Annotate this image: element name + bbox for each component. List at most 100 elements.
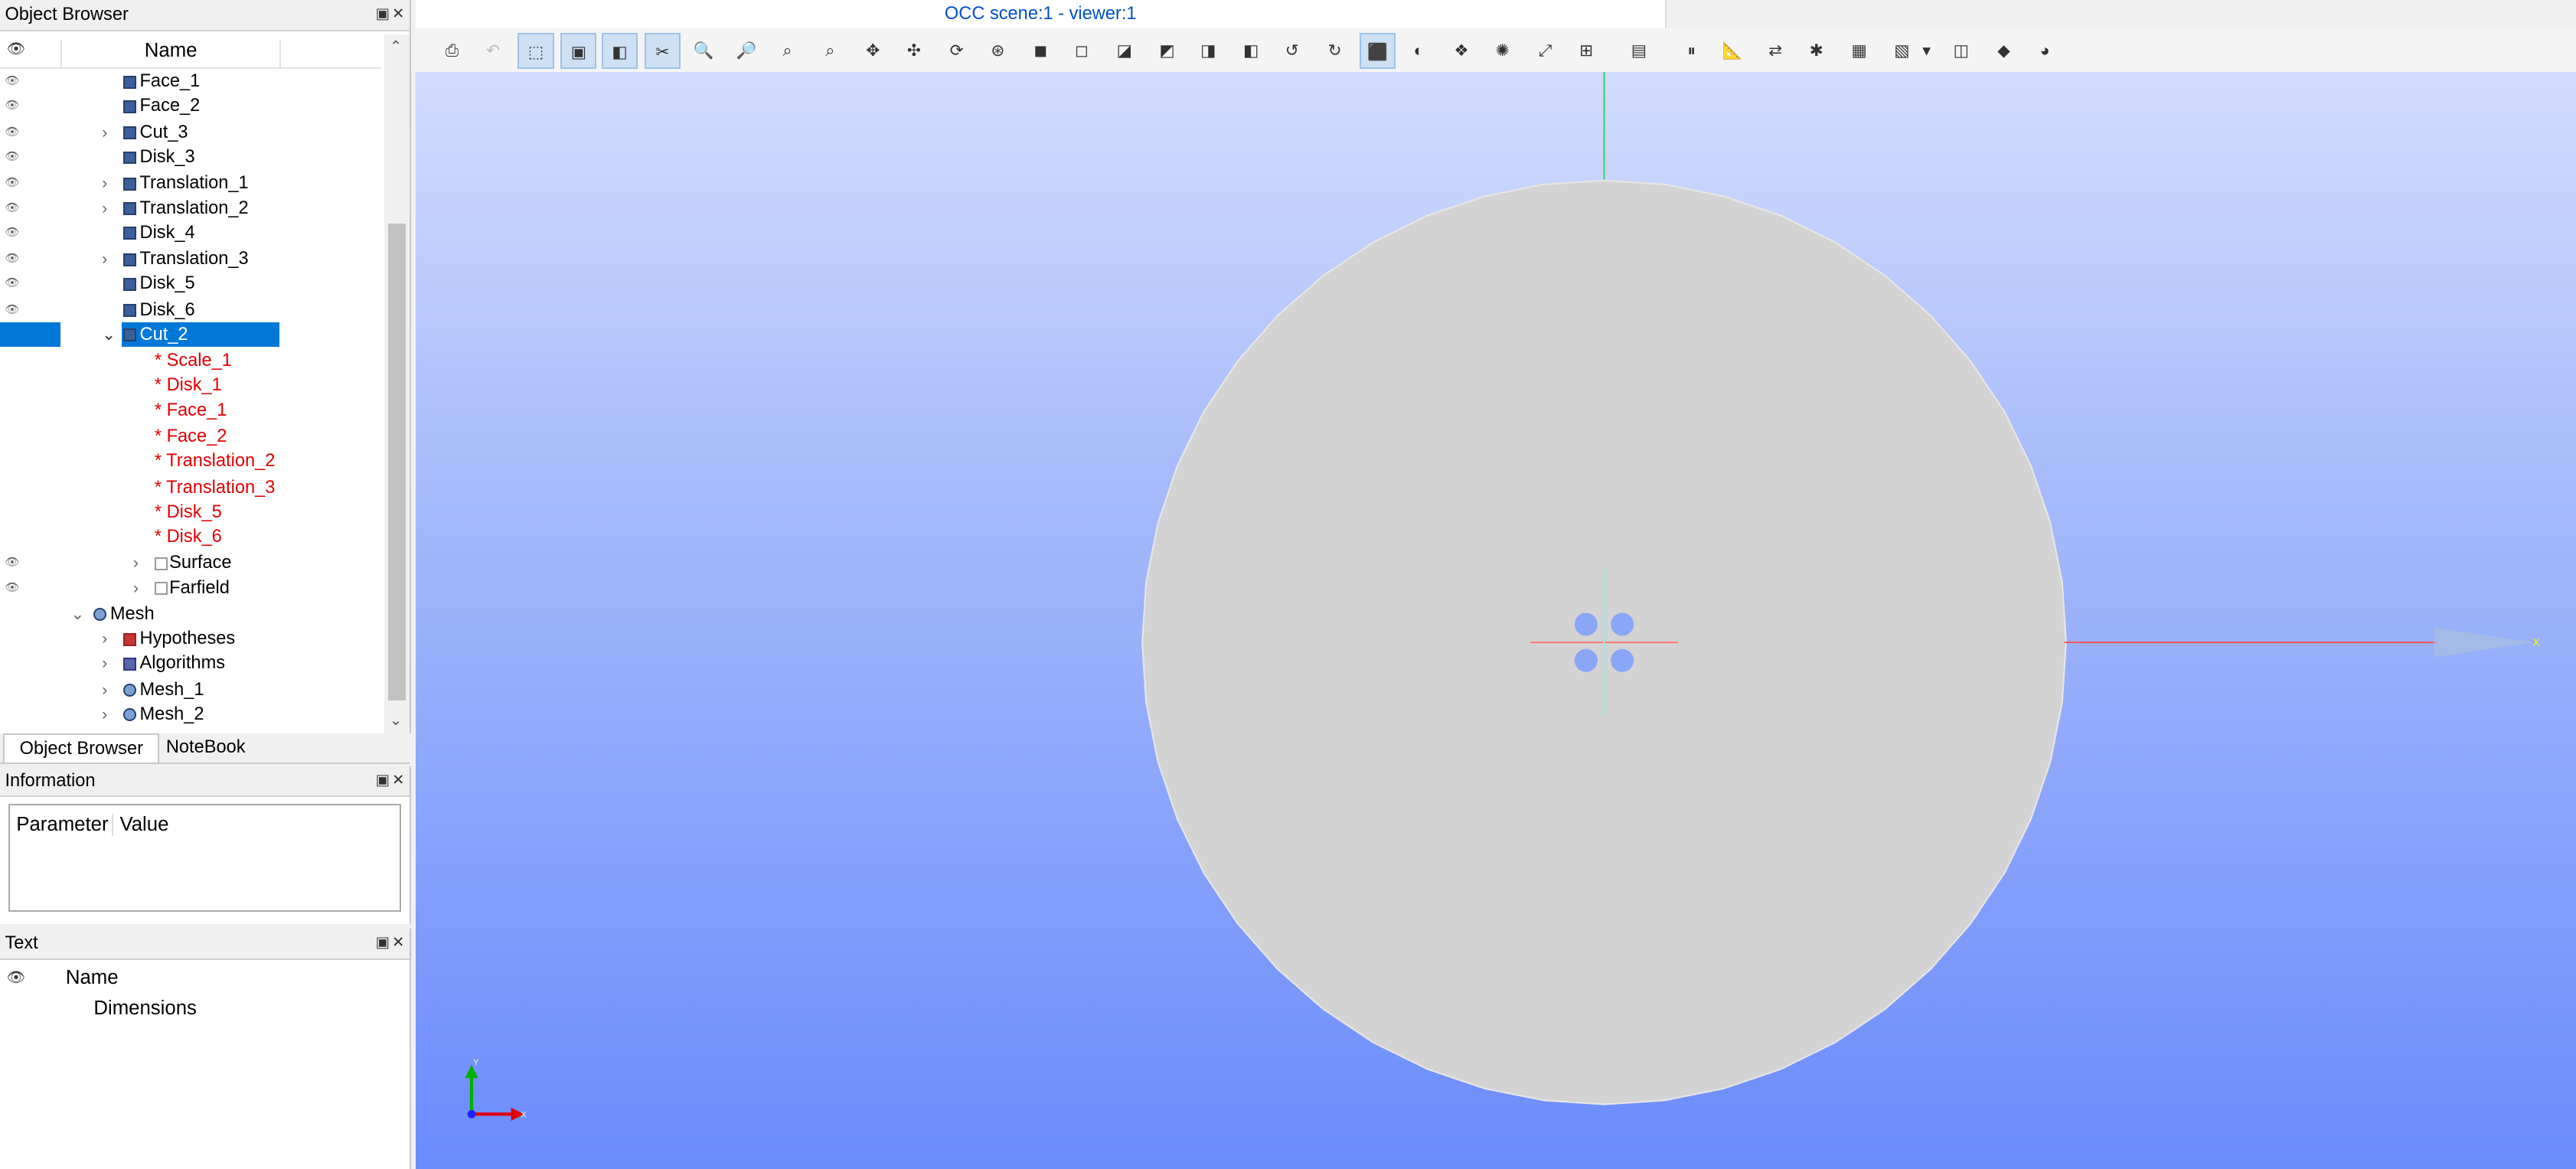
visibility-eye-icon[interactable]: 👁 <box>7 40 26 58</box>
preselection-icon[interactable]: ◧ <box>601 32 638 70</box>
visibility-eye-icon[interactable]: 👁 <box>5 145 19 169</box>
text-item-dimensions[interactable]: Dimensions <box>93 998 197 1020</box>
top-view-icon[interactable]: ◪ <box>1106 33 1142 69</box>
tree-item-reference[interactable]: * Disk_6 <box>0 524 381 549</box>
visibility-eye-icon[interactable]: 👁 <box>5 220 19 245</box>
select-icon[interactable]: ⬚ <box>517 32 554 70</box>
tree-item[interactable]: 👁 › Translation_2 <box>0 196 381 220</box>
tree-item-reference[interactable]: * Translation_3 <box>0 475 381 500</box>
tree-item-reference[interactable]: * Scale_1 <box>0 348 381 373</box>
chevron-right-icon[interactable]: › <box>102 120 107 145</box>
tree-item[interactable]: 👁 › Surface <box>0 550 381 575</box>
tree-item[interactable]: 👁 Face_1 <box>0 69 381 93</box>
ambient-light-icon[interactable]: ▤ <box>1621 33 1657 69</box>
column-parameter[interactable]: Parameter <box>16 814 108 836</box>
tree-item-reference[interactable]: * Translation_2 <box>0 449 381 473</box>
sync-view-icon[interactable]: ⇄ <box>1757 33 1793 69</box>
visibility-eye-icon[interactable]: 👁 <box>5 120 19 145</box>
chevron-right-icon[interactable]: › <box>102 626 107 651</box>
background-icon[interactable]: ◕ <box>2027 33 2063 69</box>
chevron-right-icon[interactable]: › <box>102 678 107 702</box>
chevron-right-icon[interactable]: › <box>133 576 139 600</box>
tree-item[interactable]: ⌄ Mesh <box>0 602 381 626</box>
tree-item-reference[interactable]: * Face_1 <box>0 398 381 423</box>
dump-view-icon[interactable]: ⎙ <box>434 33 470 69</box>
visibility-eye-icon[interactable]: 👁 <box>5 171 19 195</box>
rotate-icon[interactable]: ⟳ <box>939 33 975 69</box>
visibility-eye-icon[interactable]: 👁 <box>5 550 19 575</box>
tab-object-browser[interactable]: Object Browser <box>3 733 160 763</box>
tree-item[interactable]: 👁 Disk_5 <box>0 271 381 296</box>
tree-item[interactable]: 👁 › Farfield <box>0 576 381 600</box>
zoom-fit-icon[interactable]: ⌕ <box>769 33 805 69</box>
pan-icon[interactable]: ✥ <box>855 33 891 69</box>
stereo-icon[interactable]: ◫ <box>1943 33 1979 69</box>
scaling-icon[interactable]: ⤢ <box>1527 33 1563 69</box>
3d-viewport[interactable]: X Y X <box>416 72 2576 1169</box>
close-icon[interactable]: ✕ <box>392 766 404 796</box>
tree-scrollbar[interactable]: ⌃ ⌄ <box>384 34 410 733</box>
chevron-right-icon[interactable]: › <box>102 196 107 220</box>
save-selection-icon[interactable]: ▣ <box>560 32 597 70</box>
chevron-right-icon[interactable]: › <box>102 651 107 675</box>
rotation-point-icon[interactable]: ⊛ <box>980 33 1016 69</box>
chevron-down-icon[interactable]: ▾ <box>1917 33 1937 69</box>
visibility-eye-icon[interactable]: 👁 <box>5 247 19 271</box>
rotate-anticlockwise-icon[interactable]: ↺ <box>1274 33 1310 69</box>
projection-icon[interactable]: ▧ <box>1884 33 1920 69</box>
tree-item-reference[interactable]: * Disk_5 <box>0 500 381 524</box>
rotate-clockwise-icon[interactable]: ↻ <box>1317 33 1353 69</box>
right-view-icon[interactable]: ◧ <box>1232 33 1268 69</box>
tree-item-reference[interactable]: * Disk_1 <box>0 373 381 397</box>
minimize-icon[interactable]: ⏸ <box>1673 33 1709 69</box>
chevron-down-icon[interactable]: ⌄ <box>70 602 84 626</box>
ray-tracing-icon[interactable]: ✱ <box>1798 33 1834 69</box>
shading-icon[interactable]: ◐ <box>1400 33 1436 69</box>
viewer-tab-title[interactable]: OCC scene:1 - viewer:1 <box>416 0 1667 28</box>
visibility-eye-icon[interactable]: 👁 <box>5 298 19 322</box>
scrollbar-thumb[interactable] <box>387 224 406 700</box>
tree-item-selected[interactable]: ⌄ Cut_2 <box>0 322 381 348</box>
float-icon[interactable]: ▣ <box>376 929 390 958</box>
tree-item[interactable]: 👁 › Cut_3 <box>0 120 381 145</box>
tree-item[interactable]: 👁 Face_2 <box>0 93 381 118</box>
tree-item[interactable]: 👁 Disk_4 <box>0 220 381 245</box>
undo-view-icon[interactable]: ↶ <box>475 33 511 69</box>
zoom-all-icon[interactable]: ⌕ <box>812 33 848 69</box>
tree-item-reference[interactable]: * Face_2 <box>0 424 381 449</box>
tab-notebook[interactable]: NoteBook <box>152 733 260 762</box>
scroll-down-icon[interactable]: ⌄ <box>390 711 402 730</box>
tree-item[interactable]: 👁 Disk_3 <box>0 145 381 169</box>
clone-view-icon[interactable]: ❖ <box>1443 33 1479 69</box>
visibility-eye-icon[interactable]: 👁 <box>5 69 19 93</box>
zoom-icon[interactable]: 🔍 <box>685 33 721 69</box>
rubber-band-icon[interactable]: ✂ <box>644 32 681 70</box>
chevron-down-icon[interactable]: ⌄ <box>102 322 116 347</box>
tree-column-name[interactable]: Name <box>60 39 281 70</box>
visibility-eye-icon[interactable]: 👁 <box>7 968 26 987</box>
chevron-right-icon[interactable]: › <box>102 171 107 195</box>
text-column-name[interactable]: Name <box>66 967 119 989</box>
tree-item[interactable]: 👁 › Translation_3 <box>0 247 381 271</box>
scroll-up-icon[interactable]: ⌃ <box>390 38 402 56</box>
tree-item[interactable]: 👁 Disk_6 <box>0 298 381 322</box>
global-pan-icon[interactable]: ✣ <box>896 33 932 69</box>
environment-icon[interactable]: ▦ <box>1841 33 1877 69</box>
tree-item[interactable]: 👁 › Translation_1 <box>0 171 381 195</box>
chevron-right-icon[interactable]: › <box>102 702 107 727</box>
visibility-eye-icon[interactable]: 👁 <box>5 93 19 118</box>
visibility-eye-icon[interactable]: 👁 <box>5 196 19 220</box>
tree-item[interactable]: › Mesh_1 <box>0 678 381 702</box>
left-view-icon[interactable]: ◨ <box>1190 33 1226 69</box>
visibility-eye-icon[interactable]: 👁 <box>5 576 19 600</box>
graduated-axes-icon[interactable]: ⊞ <box>1569 33 1605 69</box>
bottom-view-icon[interactable]: ◩ <box>1149 33 1185 69</box>
ruler-icon[interactable]: 📐 <box>1715 33 1751 69</box>
back-view-icon[interactable]: ◻ <box>1063 33 1099 69</box>
front-view-icon[interactable]: ◼ <box>1023 33 1059 69</box>
chevron-right-icon[interactable]: › <box>102 247 107 271</box>
close-icon[interactable]: ✕ <box>392 0 404 30</box>
close-icon[interactable]: ✕ <box>392 929 404 958</box>
chevron-right-icon[interactable]: › <box>133 550 139 575</box>
float-icon[interactable]: ▣ <box>376 0 390 30</box>
